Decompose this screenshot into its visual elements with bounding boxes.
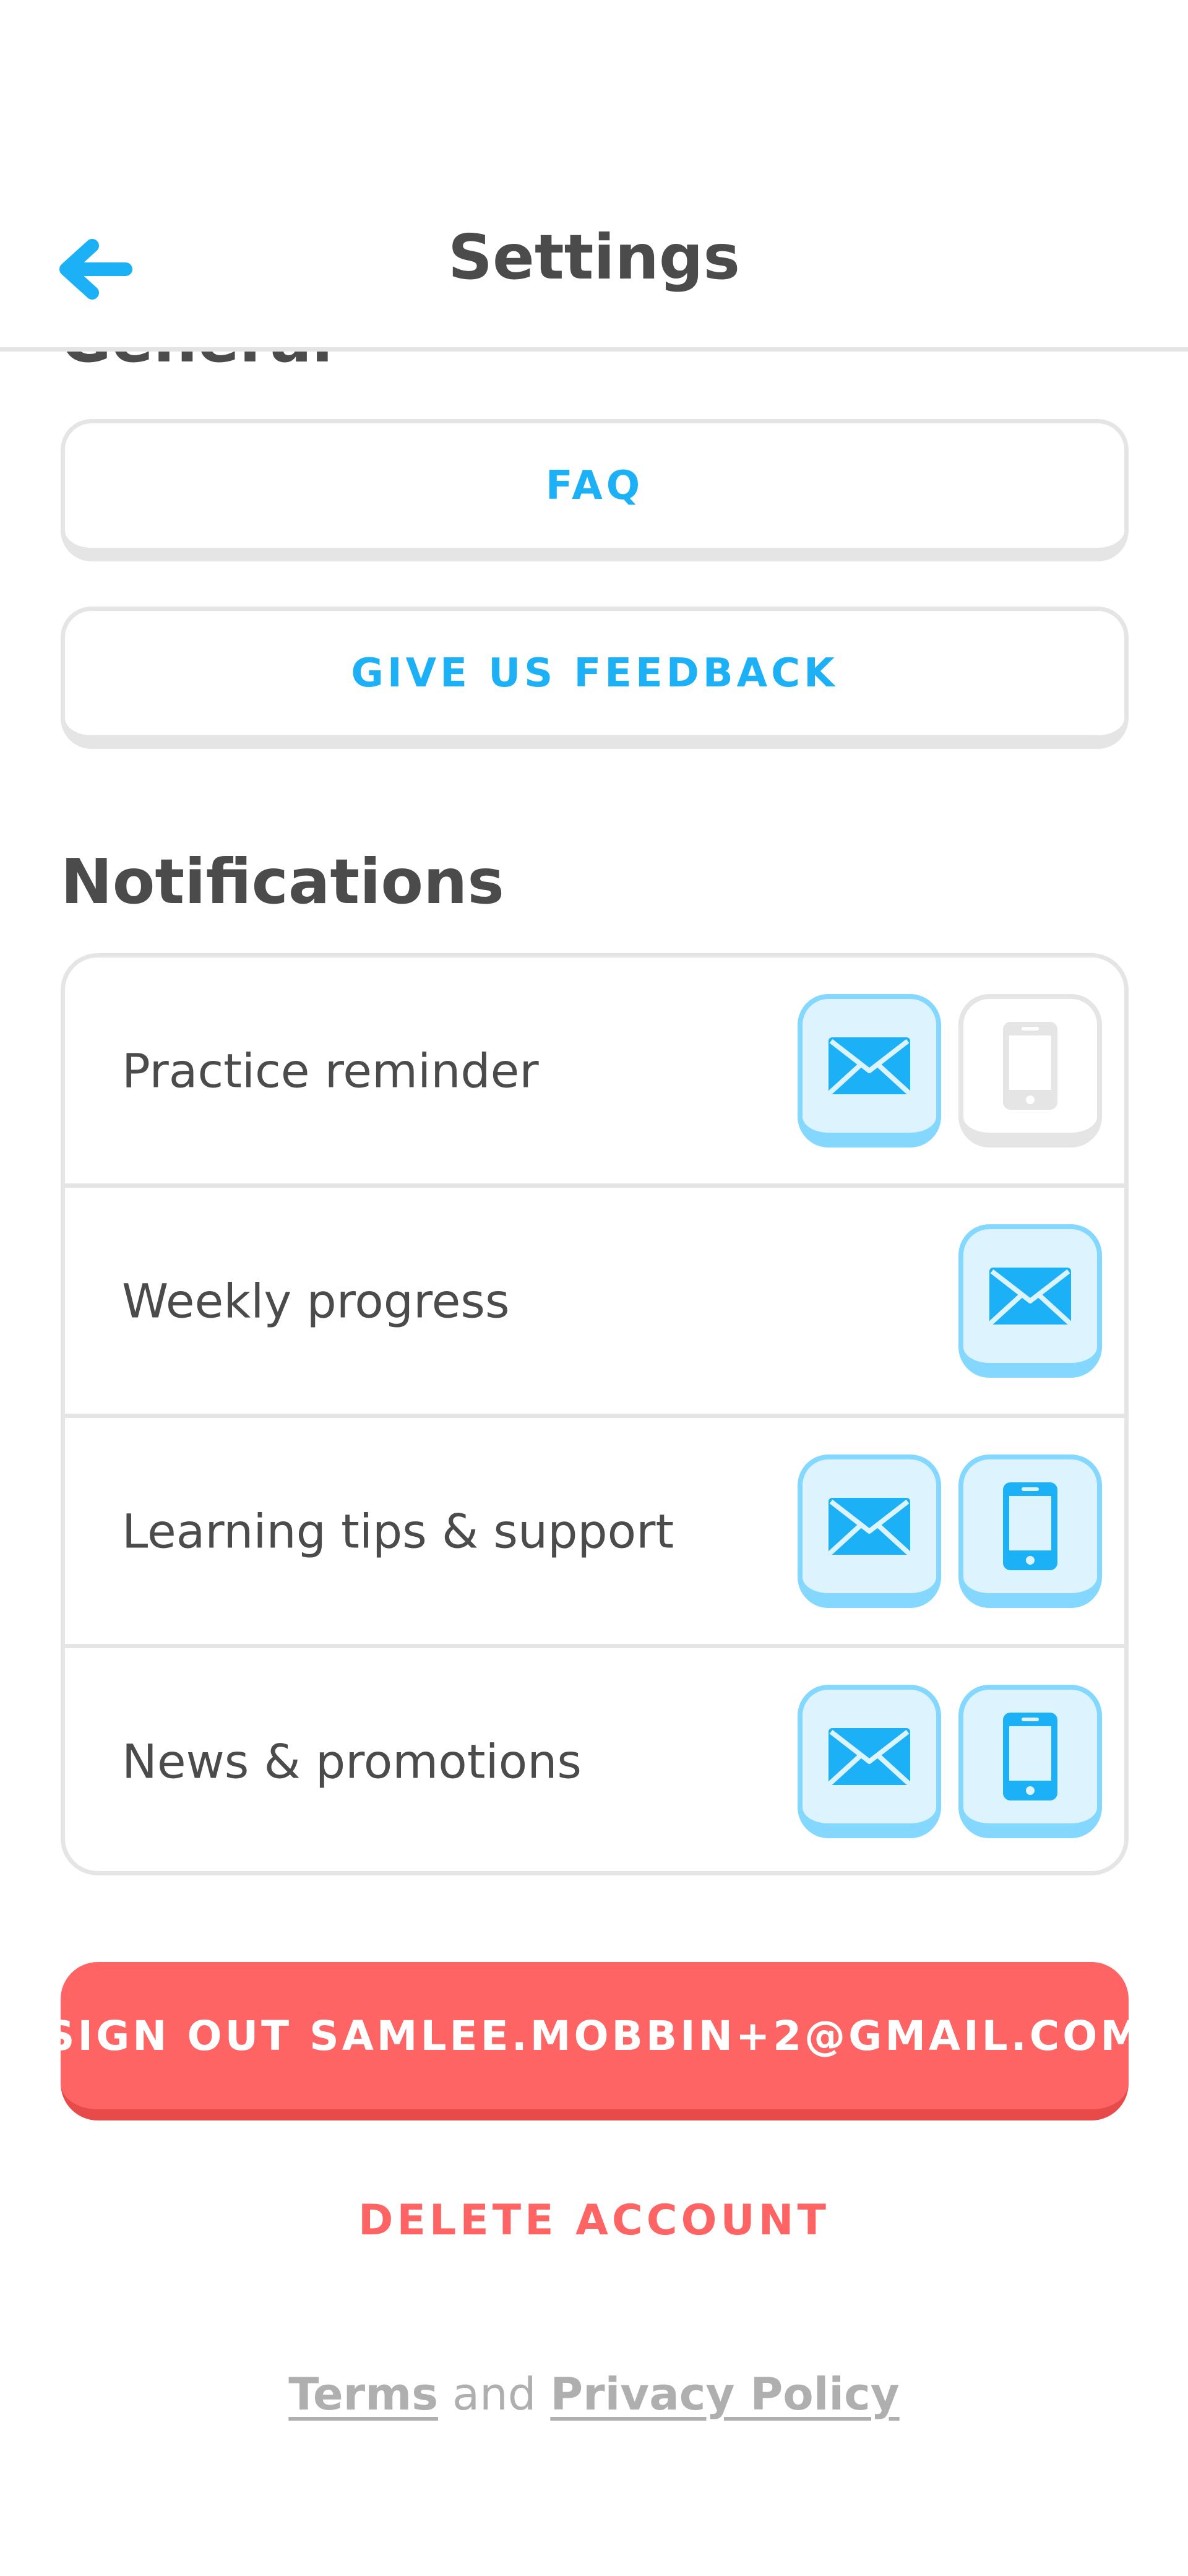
give-feedback-button[interactable]: GIVE US FEEDBACK: [61, 607, 1129, 749]
legal-links: Terms and Privacy Policy: [0, 2368, 1188, 2420]
settings-header: Settings: [0, 0, 1188, 352]
envelope-icon: [829, 1727, 910, 1785]
legal-links-and: and: [452, 2368, 536, 2420]
notification-row-practice-reminder: Practice reminder: [65, 957, 1124, 1183]
delete-account-button[interactable]: DELETE ACCOUNT: [0, 2196, 1188, 2245]
terms-link[interactable]: Terms: [288, 2368, 438, 2420]
phone-icon: [1003, 1021, 1057, 1110]
practice-reminder-push-toggle[interactable]: [958, 993, 1102, 1148]
privacy-policy-link[interactable]: Privacy Policy: [550, 2368, 899, 2420]
envelope-icon: [989, 1267, 1071, 1325]
envelope-icon: [829, 1497, 910, 1555]
settings-scroll-content[interactable]: General FAQ GIVE US FEEDBACK Notificatio…: [0, 0, 1188, 2576]
faq-button[interactable]: FAQ: [61, 419, 1129, 561]
weekly-progress-email-toggle[interactable]: [958, 1224, 1102, 1378]
sign-out-button[interactable]: SIGN OUT SAMLEE.MOBBIN+2@GMAIL.COM: [61, 1962, 1129, 2120]
row-divider: [65, 1644, 1124, 1648]
notifications-card: Practice reminder Weekly progress Learni…: [61, 953, 1129, 1875]
notifications-section-heading: Notifications: [61, 845, 504, 918]
notification-label: News & promotions: [122, 1734, 582, 1789]
notification-row-news-promotions: News & promotions: [65, 1648, 1124, 1871]
phone-icon: [1003, 1482, 1057, 1570]
notification-row-learning-tips: Learning tips & support: [65, 1418, 1124, 1644]
news-promotions-email-toggle[interactable]: [798, 1684, 941, 1838]
notification-label: Learning tips & support: [122, 1503, 674, 1558]
news-promotions-push-toggle[interactable]: [958, 1684, 1102, 1838]
row-divider: [65, 1414, 1124, 1418]
envelope-icon: [829, 1037, 910, 1094]
page-title: Settings: [447, 221, 741, 293]
practice-reminder-email-toggle[interactable]: [798, 993, 941, 1148]
learning-tips-push-toggle[interactable]: [958, 1454, 1102, 1608]
phone-icon: [1003, 1712, 1057, 1800]
learning-tips-email-toggle[interactable]: [798, 1454, 941, 1608]
notification-row-weekly-progress: Weekly progress: [65, 1188, 1124, 1414]
row-divider: [65, 1183, 1124, 1188]
settings-page: General FAQ GIVE US FEEDBACK Notificatio…: [0, 0, 1188, 2576]
notification-label: Weekly progress: [122, 1273, 510, 1328]
notification-label: Practice reminder: [122, 1043, 539, 1098]
